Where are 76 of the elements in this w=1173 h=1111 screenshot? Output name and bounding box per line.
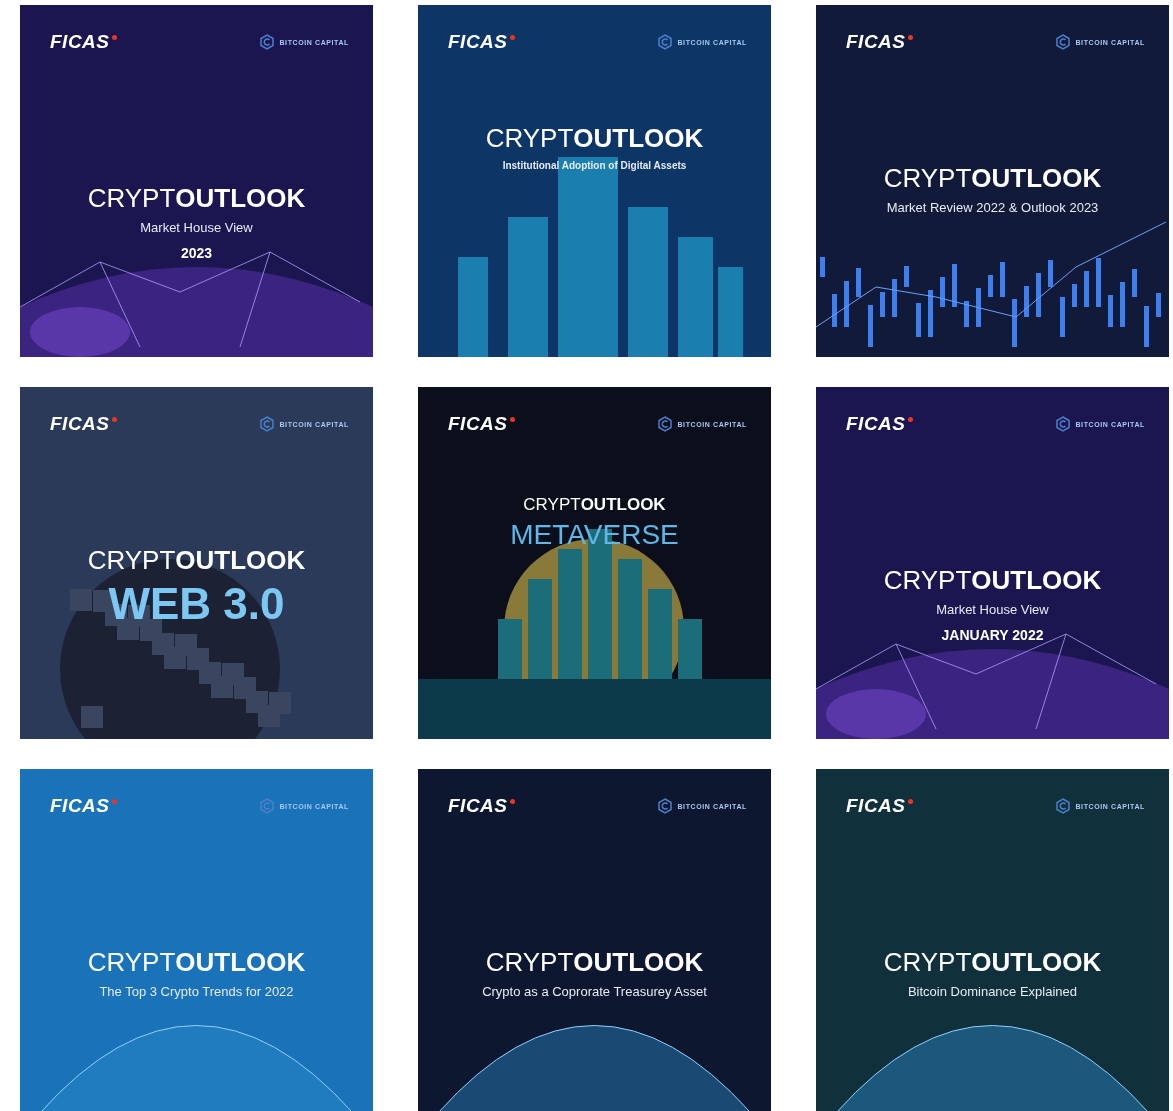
cover-subtitle: Bitcoin Dominance Explained (907, 984, 1078, 999)
dot-icon (907, 798, 913, 804)
cover-title: CRYPTOUTLOOK (485, 123, 704, 154)
candlestick (964, 301, 969, 327)
hexagon-logo-icon (658, 798, 673, 814)
cover-title: CRYPTOUTLOOK (883, 947, 1102, 978)
candlestick (916, 303, 921, 337)
candlestick (1036, 273, 1041, 317)
cover-title: CRYPTOUTLOOK (883, 565, 1102, 596)
hexagon-logo-icon (658, 34, 673, 50)
cover-subtitle: Crypto as a Coprorate Treasurey Asset (482, 984, 707, 999)
candlestick (1000, 262, 1005, 297)
candlestick (856, 268, 861, 297)
hexagon-logo-icon (1056, 798, 1071, 814)
cover-subtitle: The Top 3 Crypto Trends for 2022 (99, 984, 294, 999)
dot-icon (111, 798, 117, 804)
brand-logo: FICAS (50, 31, 110, 53)
cover-title: CRYPTOUTLOOK (87, 545, 306, 576)
hexagon-logo-icon (1056, 416, 1071, 432)
brand-logo: FICAS (846, 795, 906, 817)
cover-date: JANUARY 2022 (941, 627, 1044, 643)
brand-logo: FICAS (448, 413, 508, 435)
candlestick (844, 281, 849, 327)
cover-title: CRYPTOUTLOOK (87, 947, 306, 978)
candlestick (832, 294, 837, 327)
candlestick (988, 275, 993, 297)
dot-icon (907, 34, 913, 40)
candlestick (928, 290, 933, 337)
candlestick (880, 292, 885, 317)
brand-logo: FICAS (50, 795, 110, 817)
candlestick (952, 264, 957, 307)
candlestick (1132, 269, 1137, 297)
cover-title: CRYPTOUTLOOK (87, 183, 306, 214)
cover-subtitle: Institutional Adoption of Digital Assets (502, 160, 687, 171)
dot-icon (509, 34, 515, 40)
candlestick (1120, 282, 1125, 327)
candlestick (1048, 260, 1053, 287)
hexagon-logo-icon (260, 416, 275, 432)
brand-logo: FICAS (448, 795, 508, 817)
dot-icon (111, 416, 117, 422)
cover-subtitle: Market House View (936, 602, 1049, 617)
cover-subtitle: Market House View (140, 220, 253, 235)
brand-logo: FICAS (50, 413, 110, 435)
candlestick (940, 277, 945, 307)
cover-subtitle: Market Review 2022 & Outlook 2023 (886, 200, 1099, 215)
dot-icon (111, 34, 117, 40)
brand-logo: FICAS (846, 413, 906, 435)
candlestick (820, 257, 825, 277)
hexagon-logo-icon (1056, 34, 1071, 50)
dot-icon (907, 416, 913, 422)
candlestick (1144, 306, 1149, 347)
candlestick (1072, 284, 1077, 307)
hexagon-logo-icon (658, 416, 673, 432)
dot-icon (509, 416, 515, 422)
cover-headline: WEB 3.0 (108, 582, 285, 626)
candlestick (1108, 295, 1113, 327)
dot-icon (509, 798, 515, 804)
candlestick (1024, 286, 1029, 317)
candlestick (892, 279, 897, 317)
cover-date: 2023 (180, 245, 213, 261)
candlestick (1096, 258, 1101, 307)
cover-headline: METAVERSE (510, 521, 679, 549)
cover-title: CRYPTOUTLOOK (485, 947, 704, 978)
candlestick (1084, 271, 1089, 307)
brand-logo: FICAS (846, 31, 906, 53)
candlestick (1156, 293, 1161, 317)
cover-title: CRYPTOUTLOOK (523, 495, 666, 515)
candlestick (976, 288, 981, 327)
hexagon-logo-icon (260, 34, 275, 50)
candlestick (904, 266, 909, 287)
candlestick (868, 305, 873, 347)
hexagon-logo-icon (260, 798, 275, 814)
candlestick (1012, 299, 1017, 347)
brand-logo: FICAS (448, 31, 508, 53)
cover-title: CRYPTOUTLOOK (883, 163, 1102, 194)
candlestick (1060, 297, 1065, 337)
